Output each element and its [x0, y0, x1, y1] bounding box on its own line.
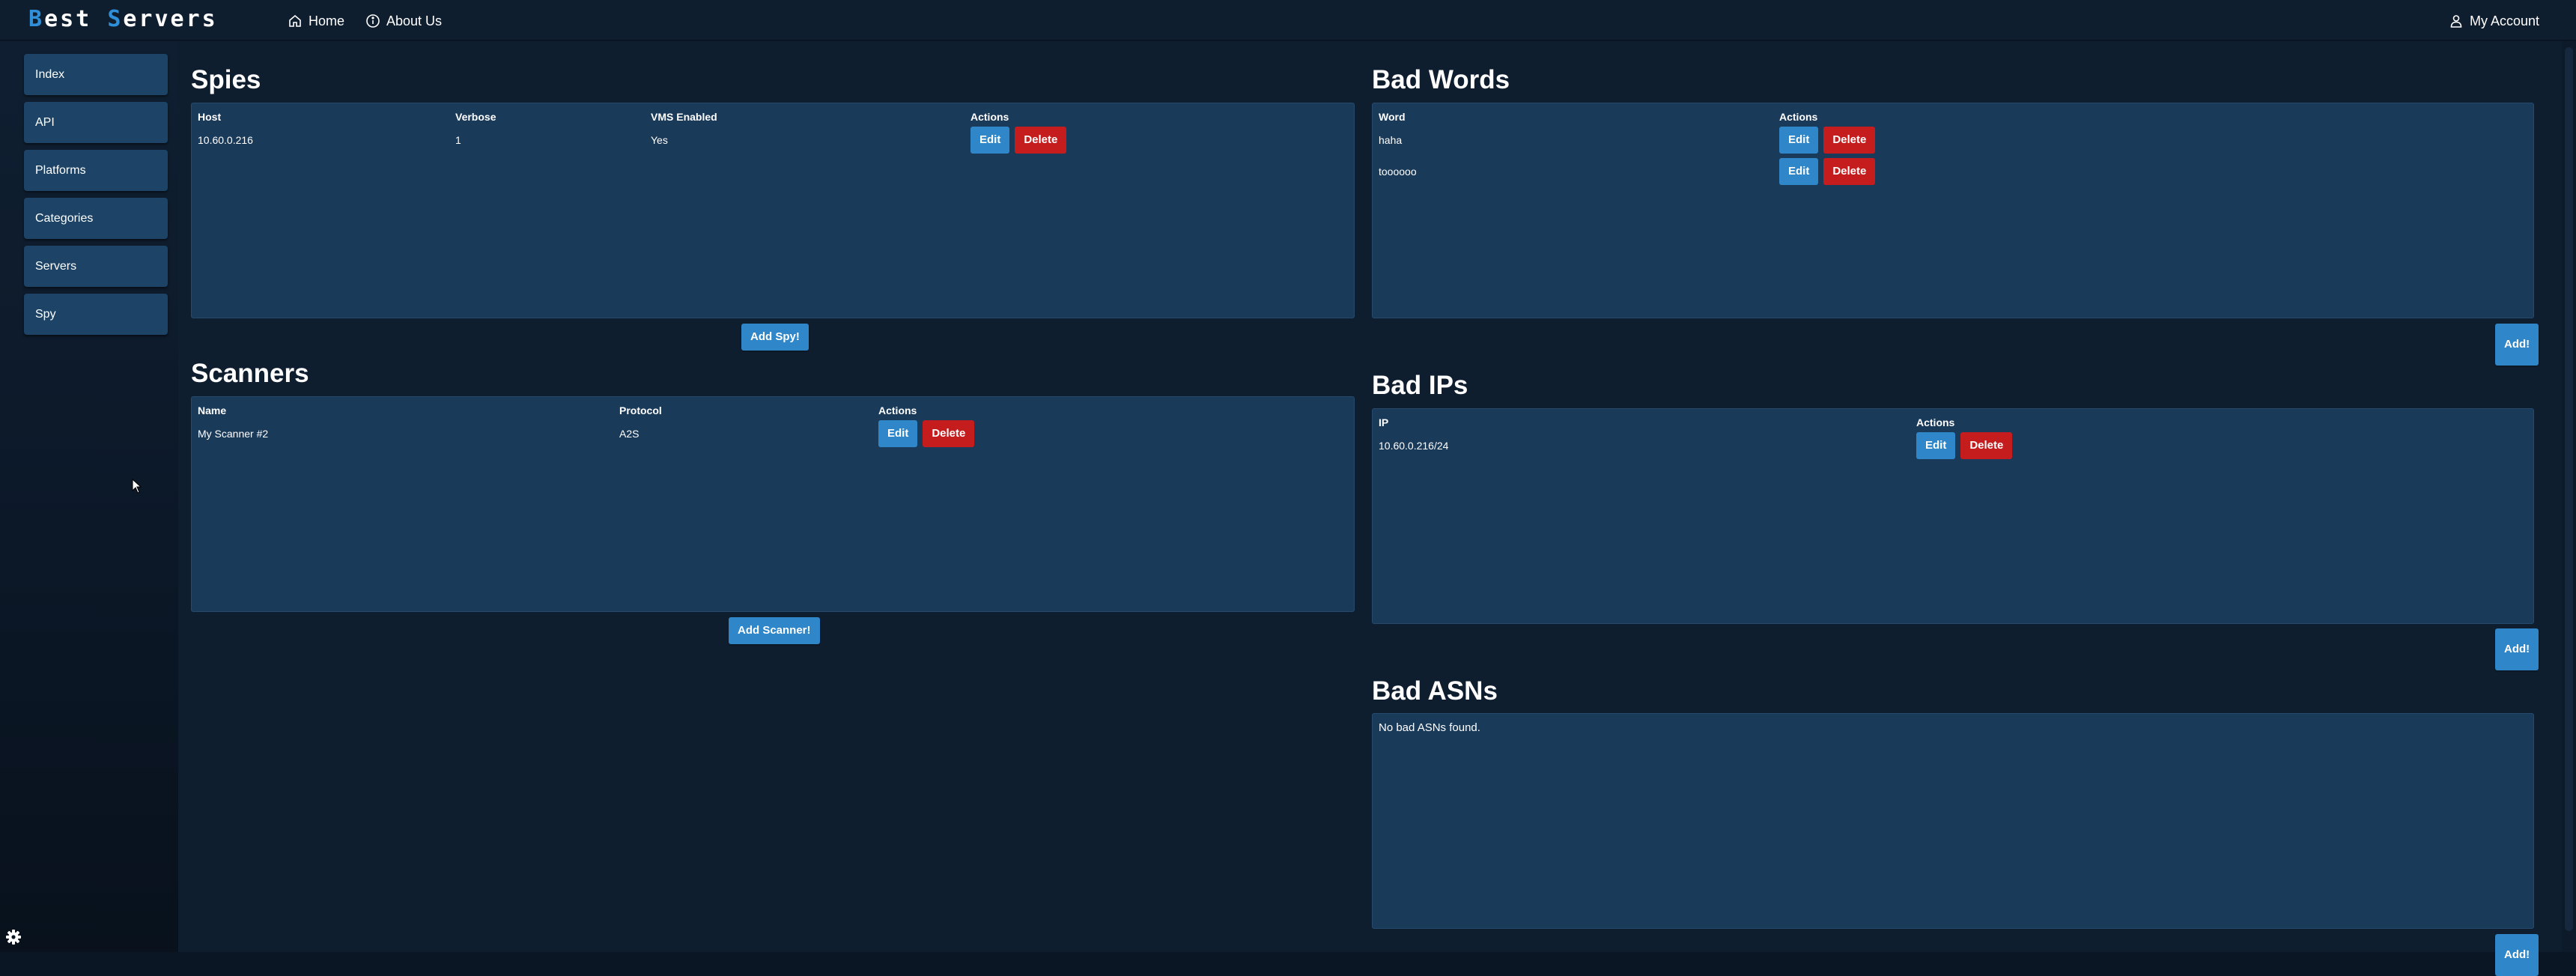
column-header: Verbose	[455, 111, 496, 123]
brand-text: est	[44, 6, 92, 32]
spy-verbose-cell: 1	[455, 134, 461, 146]
table-row: 10.60.0.216 1 Yes Edit Delete	[198, 124, 1195, 156]
scrollbar-thumb[interactable]	[2565, 47, 2573, 931]
table-header-row: Word Actions	[1379, 109, 2004, 124]
column-header: Host	[198, 111, 222, 123]
edit-button[interactable]: Edit	[970, 127, 1010, 154]
bad-words-table-panel: Word Actions haha Edit Delete toooooo Edi…	[1372, 103, 2534, 318]
bad-ips-table: IP Actions 10.60.0.216/24 Edit Delete	[1379, 415, 2141, 461]
user-icon	[2450, 15, 2462, 28]
brand-text: ervers	[123, 6, 218, 32]
table-row: My Scanner #2 A2S Edit Delete	[198, 418, 1103, 449]
table-row: haha Edit Delete	[1379, 124, 2004, 156]
home-icon	[289, 14, 301, 27]
actions-cell: Edit Delete	[878, 418, 1103, 449]
mouse-cursor-icon	[132, 479, 142, 494]
actions-cell: Edit Delete	[970, 124, 1195, 156]
add-bad-asn-button[interactable]: Add!	[2495, 934, 2539, 976]
add-bad-ip-button[interactable]: Add!	[2495, 628, 2539, 670]
brand-letter: S	[107, 6, 124, 32]
brand-logo[interactable]: Best Servers	[28, 6, 218, 32]
sidebar-item-spy[interactable]: Spy	[24, 294, 168, 335]
sidebar-item-label: Spy	[35, 307, 56, 321]
bad-ips-table-panel: IP Actions 10.60.0.216/24 Edit Delete	[1372, 408, 2534, 624]
spy-host-cell: 10.60.0.216	[198, 134, 253, 146]
add-spy-button[interactable]: Add Spy!	[741, 324, 809, 351]
table-header-row: IP Actions	[1379, 415, 2141, 430]
edit-button[interactable]: Edit	[878, 420, 918, 447]
table-row: toooooo Edit Delete	[1379, 156, 2004, 187]
table-row: 10.60.0.216/24 Edit Delete	[1379, 430, 2141, 461]
sidebar-item-label: API	[35, 115, 55, 129]
delete-button[interactable]: Delete	[1823, 158, 1876, 185]
spies-table: Host Verbose VMS Enabled Actions 10.60.0…	[198, 109, 1195, 156]
empty-state-message: No bad ASNs found.	[1379, 721, 1480, 734]
table-header-row: Name Protocol Actions	[198, 403, 1103, 418]
sidebar-item-servers[interactable]: Servers	[24, 246, 168, 287]
top-navbar: Best Servers Home About Us My Account	[0, 0, 2576, 40]
column-header: Protocol	[619, 404, 662, 416]
scanners-table-panel: Name Protocol Actions My Scanner #2 A2S …	[191, 396, 1355, 612]
nav-about-label: About Us	[386, 13, 443, 28]
bad-word-cell: toooooo	[1379, 166, 1417, 178]
scanner-name-cell: My Scanner #2	[198, 428, 269, 440]
sidebar-item-label: Platforms	[35, 163, 86, 177]
delete-button[interactable]: Delete	[1960, 432, 2013, 459]
sidebar-item-index[interactable]: Index	[24, 54, 168, 95]
gear-icon[interactable]	[4, 928, 22, 946]
bad-words-table: Word Actions haha Edit Delete toooooo Edi…	[1379, 109, 2004, 187]
sidebar-item-api[interactable]: API	[24, 102, 168, 143]
column-header: Actions	[1916, 416, 1955, 428]
scanner-protocol-cell: A2S	[619, 428, 640, 440]
brand-letter: B	[28, 6, 45, 32]
actions-cell: Edit Delete	[1779, 124, 2004, 156]
bad-ips-title: Bad IPs	[1372, 371, 1468, 400]
column-header: Actions	[1779, 111, 1818, 123]
actions-cell: Edit Delete	[1779, 156, 2004, 187]
sidebar-item-platforms[interactable]: Platforms	[24, 150, 168, 191]
delete-button[interactable]: Delete	[1823, 127, 1876, 154]
spies-table-panel: Host Verbose VMS Enabled Actions 10.60.0…	[191, 103, 1355, 318]
spy-vms-cell: Yes	[651, 134, 668, 146]
sidebar-item-categories[interactable]: Categories	[24, 198, 168, 239]
bad-word-cell: haha	[1379, 134, 1403, 146]
add-scanner-button[interactable]: Add Scanner!	[729, 617, 820, 644]
table-header-row: Host Verbose VMS Enabled Actions	[198, 109, 1195, 124]
nav-home-label: Home	[309, 13, 345, 28]
add-bad-word-button[interactable]: Add!	[2495, 324, 2539, 366]
scanners-title: Scanners	[191, 359, 309, 388]
actions-cell: Edit Delete	[1916, 430, 2141, 461]
column-header: Word	[1379, 111, 1406, 123]
spies-title: Spies	[191, 65, 261, 94]
bad-asns-title: Bad ASNs	[1372, 676, 1498, 706]
sidebar-item-label: Categories	[35, 211, 94, 225]
sidebar: Index API Platforms Categories Servers S…	[0, 41, 178, 952]
bad-ip-cell: 10.60.0.216/24	[1379, 440, 1449, 452]
nav-home-link[interactable]: Home	[288, 10, 344, 31]
column-header: IP	[1379, 416, 1389, 428]
info-icon	[366, 14, 380, 28]
my-account-label: My Account	[2470, 13, 2540, 28]
scanners-table: Name Protocol Actions My Scanner #2 A2S …	[198, 403, 1103, 449]
column-header: Actions	[970, 111, 1009, 123]
column-header: VMS Enabled	[651, 111, 717, 123]
bad-words-title: Bad Words	[1372, 65, 1510, 94]
column-header: Name	[198, 404, 227, 416]
delete-button[interactable]: Delete	[923, 420, 975, 447]
main-content: Spies Host Verbose VMS Enabled Actions 1…	[178, 41, 2562, 976]
bad-asns-panel: No bad ASNs found.	[1372, 713, 2534, 929]
sidebar-item-label: Servers	[35, 259, 77, 273]
column-header: Actions	[878, 404, 917, 416]
my-account-link[interactable]: My Account	[2449, 10, 2539, 31]
edit-button[interactable]: Edit	[1779, 127, 1819, 154]
edit-button[interactable]: Edit	[1916, 432, 1956, 459]
delete-button[interactable]: Delete	[1015, 127, 1067, 154]
vertical-scrollbar[interactable]	[2562, 41, 2576, 952]
nav-about-link[interactable]: About Us	[365, 10, 442, 31]
edit-button[interactable]: Edit	[1779, 158, 1819, 185]
sidebar-item-label: Index	[35, 67, 65, 81]
